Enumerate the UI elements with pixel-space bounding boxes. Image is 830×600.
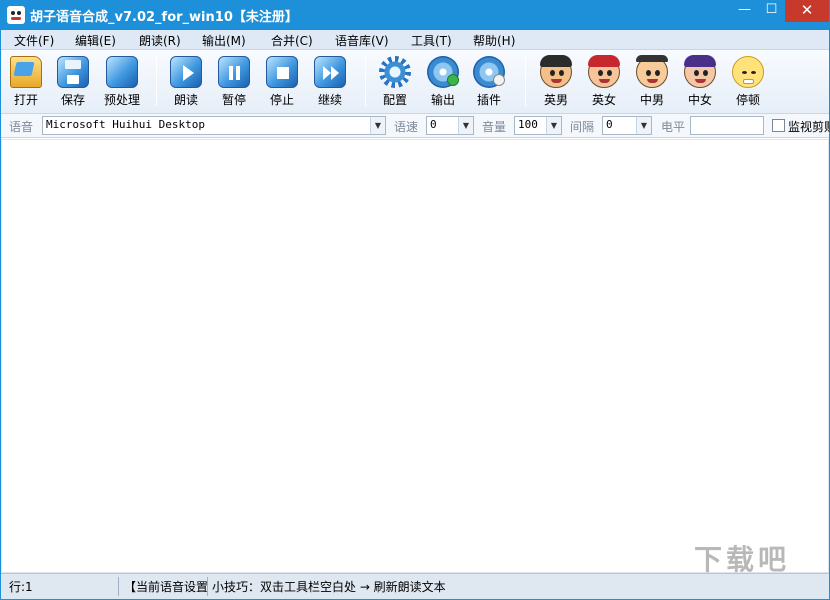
app-window: 胡子语音合成_v7.02_for_win10【未注册】 — ☐ ✕ 文件(F) … [0, 0, 830, 600]
level-label: 电平 [661, 120, 686, 134]
save-disk-icon [57, 56, 89, 88]
toolbar: 打开 保存 预处理 朗读 暂停 停止 继续 配置 输出 插件 英男 英女 中男 … [1, 50, 829, 114]
monitor-clipboard-checkbox[interactable] [772, 119, 785, 132]
preprocess-label: 预处理 [103, 93, 140, 107]
menu-edit[interactable]: 编辑(E) [75, 32, 116, 49]
status-tip: 小技巧：双击工具栏空白处 → 刷新朗读文本 [212, 580, 446, 594]
pause-face-button[interactable]: 停顿 [724, 54, 772, 110]
status-line: 行:1 [9, 580, 33, 594]
voice-label: 语音 [9, 120, 34, 134]
title-bar[interactable]: 胡子语音合成_v7.02_for_win10【未注册】 — ☐ ✕ [0, 0, 830, 30]
plugin-button[interactable]: 插件 [465, 54, 513, 110]
chevron-down-icon[interactable]: ▼ [370, 117, 385, 134]
play-icon [170, 56, 202, 88]
volume-value: 100 [518, 118, 538, 131]
output-disc-icon [427, 56, 459, 88]
gear-icon [379, 56, 411, 88]
stop-icon [266, 56, 298, 88]
speed-label: 语速 [394, 120, 419, 134]
status-voice-settings[interactable]: 【当前语音设置 [124, 578, 208, 595]
level-field[interactable] [690, 116, 764, 135]
speed-select[interactable]: 0 ▼ [426, 116, 474, 135]
chevron-down-icon[interactable]: ▼ [458, 117, 473, 134]
pause-face-icon [732, 56, 764, 88]
menu-bar: 文件(F) 编辑(E) 朗读(R) 输出(M) 合并(C) 语音库(V) 工具(… [1, 30, 829, 50]
volume-label: 音量 [482, 120, 507, 134]
english-male-button[interactable]: 英男 [532, 54, 580, 110]
status-bar: 行:1 【当前语音设置 小技巧：双击工具栏空白处 → 刷新朗读文本 [1, 573, 829, 599]
preprocess-button[interactable]: 预处理 [98, 54, 146, 110]
menu-tools[interactable]: 工具(T) [411, 32, 452, 49]
continue-button[interactable]: 继续 [306, 54, 354, 110]
text-editor[interactable] [1, 139, 829, 573]
options-bar: 语音 Microsoft Huihui Desktop ▼ 语速 0 ▼ 音量 … [1, 114, 830, 138]
read-button[interactable]: 朗读 [162, 54, 210, 110]
pause-icon [218, 56, 250, 88]
status-divider [118, 577, 119, 596]
volume-select[interactable]: 100 ▼ [514, 116, 562, 135]
pause-face-label: 停顿 [735, 93, 760, 107]
english-female-button[interactable]: 英女 [580, 54, 628, 110]
voice-select[interactable]: Microsoft Huihui Desktop ▼ [42, 116, 386, 135]
open-folder-icon [10, 56, 42, 88]
menu-file[interactable]: 文件(F) [14, 32, 54, 49]
chinese-male-face-icon [636, 55, 668, 88]
config-button[interactable]: 配置 [371, 54, 419, 110]
interval-select[interactable]: 0 ▼ [602, 116, 652, 135]
voice-value: Microsoft Huihui Desktop [46, 118, 205, 131]
continue-label: 继续 [317, 93, 342, 107]
chevron-down-icon[interactable]: ▼ [636, 117, 651, 134]
english-male-face-icon [540, 55, 572, 88]
menu-merge[interactable]: 合并(C) [271, 32, 313, 49]
menu-voice-library[interactable]: 语音库(V) [335, 32, 389, 49]
save-button[interactable]: 保存 [49, 54, 97, 110]
maximize-button[interactable]: ☐ [758, 0, 785, 22]
chinese-female-face-icon [684, 55, 716, 88]
interval-label: 间隔 [570, 120, 595, 134]
chevron-down-icon[interactable]: ▼ [546, 117, 561, 134]
minimize-button[interactable]: — [731, 0, 758, 22]
app-logo-icon[interactable] [7, 6, 25, 24]
preprocess-icon [106, 56, 138, 88]
interval-value: 0 [606, 118, 613, 131]
english-female-face-icon [588, 55, 620, 88]
watermark-logo: 下载吧 [694, 543, 791, 576]
window-title: 胡子语音合成_v7.02_for_win10【未注册】 [30, 10, 298, 25]
plugin-disc-icon [473, 56, 505, 88]
fast-forward-icon [314, 56, 346, 88]
monitor-clipboard-label[interactable]: 监视剪贴 [788, 118, 830, 135]
speed-value: 0 [430, 118, 437, 131]
menu-output[interactable]: 输出(M) [202, 32, 246, 49]
plugin-label: 插件 [476, 93, 501, 107]
menu-help[interactable]: 帮助(H) [473, 32, 515, 49]
client-area: 文件(F) 编辑(E) 朗读(R) 输出(M) 合并(C) 语音库(V) 工具(… [1, 30, 830, 599]
pause-button[interactable]: 暂停 [210, 54, 258, 110]
menu-read[interactable]: 朗读(R) [139, 32, 181, 49]
chinese-female-button[interactable]: 中女 [676, 54, 724, 110]
chinese-male-button[interactable]: 中男 [628, 54, 676, 110]
close-button[interactable]: ✕ [785, 0, 829, 22]
status-divider [207, 577, 208, 596]
stop-button[interactable]: 停止 [258, 54, 306, 110]
